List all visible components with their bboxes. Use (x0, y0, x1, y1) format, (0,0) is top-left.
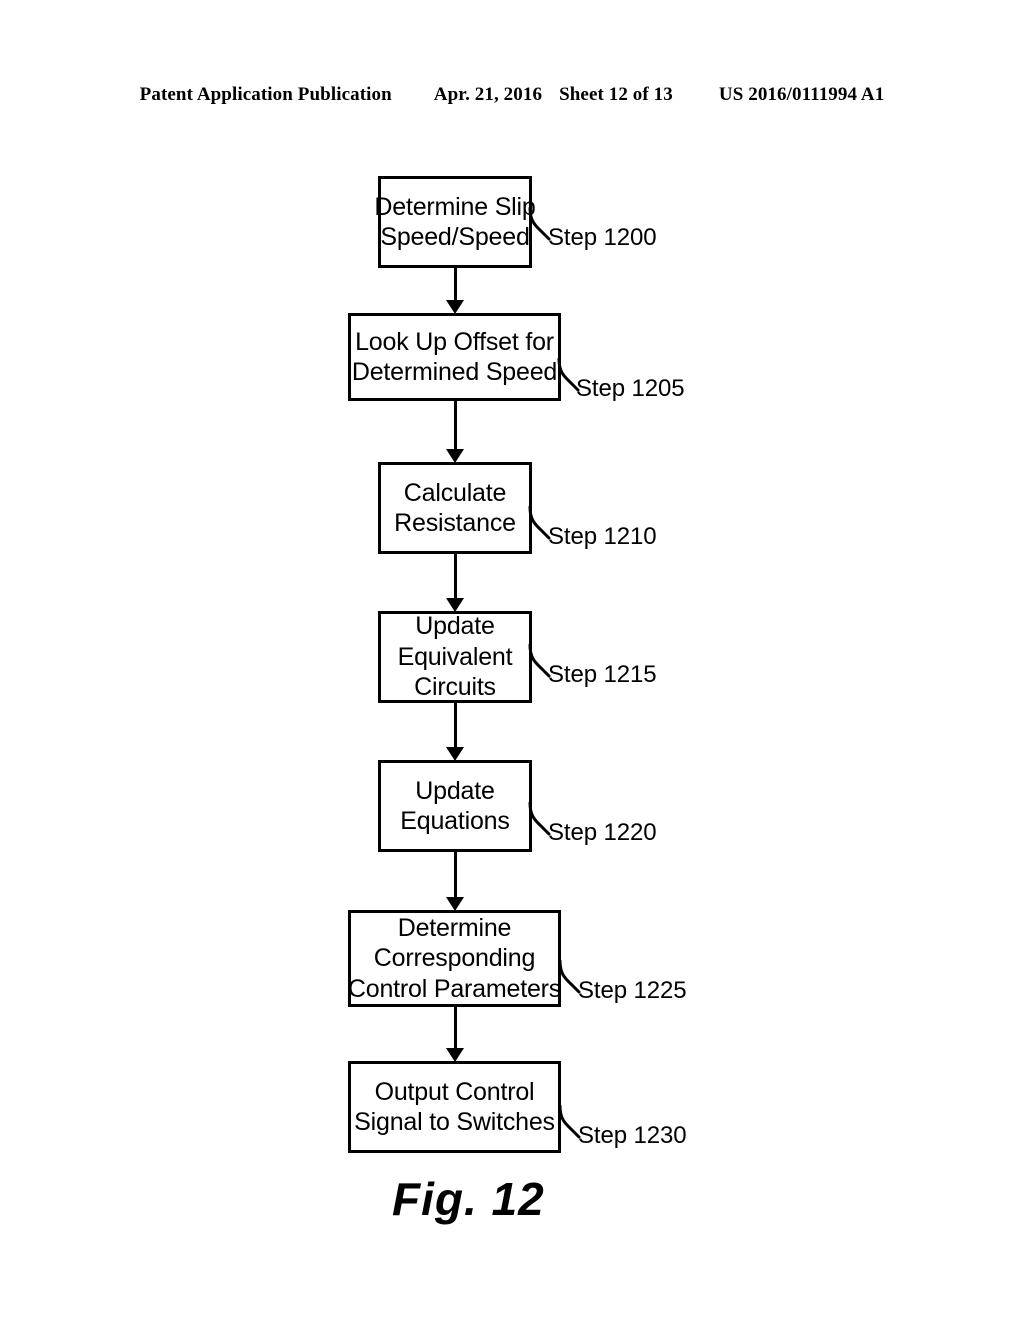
flowchart-box-step-1200-line-2: Speed/Speed (380, 223, 530, 251)
flowchart-box-step-1215-line-3: Circuits (414, 673, 496, 702)
step-label-step-1210: Step 1210 (548, 523, 657, 550)
connector-1200-1205 (453, 268, 457, 302)
connector-1205-1210 (453, 401, 457, 451)
step-label-step-1220: Step 1220 (548, 819, 657, 846)
flowchart-box-step-1205-line-1: Look Up Offset for (355, 327, 554, 356)
flowchart-box-step-1205[interactable]: Look Up Offset for Determined Speed (348, 313, 561, 401)
connector-1200-1205-arrowhead-icon (446, 300, 464, 314)
flowchart-box-step-1225[interactable]: Determine Corresponding Control Parameters (348, 910, 561, 1007)
connector-1220-1225 (453, 852, 457, 899)
flowchart-box-step-1205-line-2: Determined Speed (351, 358, 558, 386)
connector-1210-1215 (453, 554, 457, 600)
flowchart-box-step-1210-line-2: Resistance (394, 509, 516, 537)
flowchart-box-step-1210[interactable]: Calculate Resistance (378, 462, 532, 554)
flowchart-box-step-1220-line-2: Equations (400, 807, 510, 835)
flowchart-box-step-1210-line-1: Calculate (403, 478, 507, 507)
flowchart-box-step-1225-line-3: Control Parameters (347, 974, 562, 1003)
flowchart-box-step-1230-line-2: Signal to Switches (354, 1108, 555, 1136)
connector-1220-1225-arrowhead-icon (446, 897, 464, 911)
step-label-step-1215: Step 1215 (548, 661, 657, 688)
connector-1225-1230 (453, 1007, 457, 1050)
flowchart-box-step-1230[interactable]: Output Control Signal to Switches (348, 1061, 561, 1153)
flowchart-box-step-1200[interactable]: Determine Slip Speed/Speed (374, 176, 536, 268)
flowchart-box-step-1220[interactable]: Update Equations (378, 760, 532, 852)
flowchart-box-step-1225-line-1: Determine (397, 913, 512, 942)
connector-1225-1230-arrowhead-icon (446, 1048, 464, 1062)
flowchart-box-step-1215-line-2: Equivalent (397, 642, 513, 671)
flowchart-box-step-1215[interactable]: Update Equivalent Circuits (378, 611, 532, 703)
flowchart-box-step-1225-line-2: Corresponding (373, 944, 536, 973)
connector-1210-1215-arrowhead-icon (446, 598, 464, 612)
flowchart-box-step-1215-line-1: Update (415, 612, 495, 641)
flowchart-figure-12: Determine Slip Speed/Speed Step 1200 Look U… (0, 0, 1024, 1320)
step-label-step-1205: Step 1205 (576, 375, 685, 402)
step-label-step-1225: Step 1225 (578, 977, 687, 1004)
step-label-step-1230: Step 1230 (578, 1122, 687, 1149)
flowchart-box-step-1230-line-1: Output Control (374, 1077, 535, 1106)
step-label-step-1200: Step 1200 (548, 224, 657, 251)
connector-1215-1220-arrowhead-icon (446, 747, 464, 761)
connector-1205-1210-arrowhead-icon (446, 449, 464, 463)
flowchart-box-step-1200-line-1: Determine Slip (374, 192, 536, 221)
flowchart-box-step-1220-line-1: Update (415, 776, 495, 805)
figure-caption: Fig. 12 (392, 1173, 545, 1225)
connector-1215-1220 (453, 703, 457, 749)
